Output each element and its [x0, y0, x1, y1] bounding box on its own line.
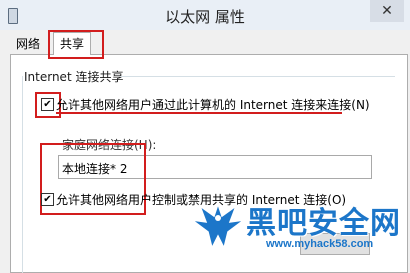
tab-sharing-highlight [48, 30, 104, 59]
watermark-bat-logo [191, 201, 245, 251]
ics-group-title: Internet 连接共享 [24, 70, 124, 84]
allow-sharing-label[interactable]: 允许其他网络用户通过此计算机的 Internet 连接来连接(N) [56, 96, 370, 113]
watermark-url: www.myhack58.com [266, 238, 374, 250]
close-button[interactable]: ✕ [370, 0, 404, 22]
allow-sharing-label-underline [56, 112, 342, 114]
watermark-brand: 黑吧安全网 [246, 206, 401, 241]
title-bar: 以太网 属性 ✕ [0, 0, 410, 30]
allow-control-checkbox[interactable]: ✔ [41, 193, 54, 206]
group-border-left [22, 76, 23, 273]
group-divider [120, 76, 395, 77]
tab-network[interactable]: 网络 [10, 34, 46, 54]
window-title: 以太网 属性 [165, 8, 245, 26]
